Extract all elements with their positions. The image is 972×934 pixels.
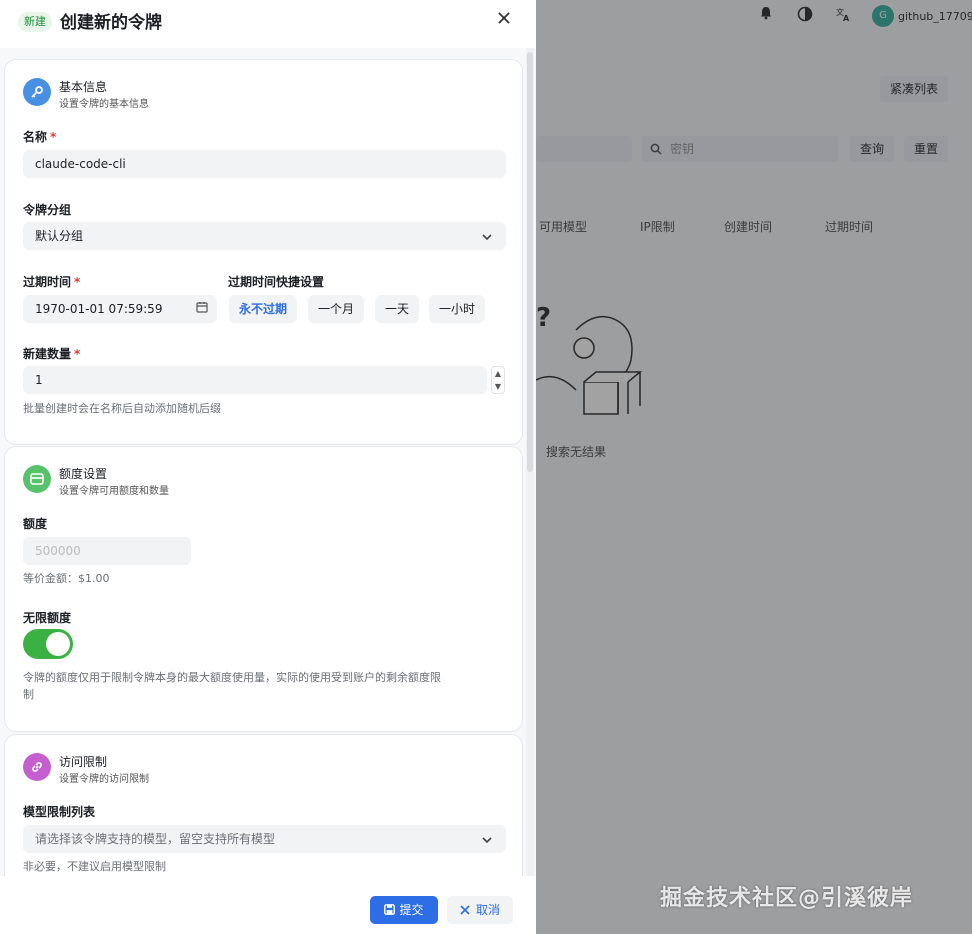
name-input[interactable]: claude-code-cli [23,150,506,178]
name-label: 名称 * [23,130,57,144]
watermark: 掘金技术社区@引溪彼岸 [660,886,914,911]
submit-button[interactable]: 提交 [370,896,438,924]
save-icon [384,904,396,915]
quota-card: 额度设置 设置令牌可用额度和数量 额度 500000 等价金额：$1.00 无限… [4,446,523,732]
drawer-footer: 提交 取消 [0,876,536,934]
quota-note: 令牌的额度仅用于限制令牌本身的最大额度使用量，实际的使用受到账户的剩余额度限 [23,671,441,684]
increment-icon[interactable]: ▲ [492,367,504,380]
chevron-down-icon [478,222,496,250]
card-subtitle: 设置令牌的基本信息 [59,99,149,110]
toggle-knob [46,632,70,656]
required-mark: * [74,347,81,361]
drawer-title: 创建新的令牌 [60,13,162,33]
expire-label: 过期时间 * [23,275,81,289]
count-stepper[interactable]: ▲ ▼ [491,366,505,394]
basic-info-card: 基本信息 设置令牌的基本信息 名称 * claude-code-cli 令牌分组 … [4,59,523,445]
quota-note-cont: 制 [23,688,34,701]
count-hint: 批量创建时会在名称后自动添加随机后缀 [23,402,221,415]
group-select[interactable]: 默认分组 [23,222,506,250]
credit-card-icon [23,465,51,493]
quick-one-month[interactable]: 一个月 [308,295,365,323]
models-select[interactable]: 请选择该令牌支持的模型，留空支持所有模型 [23,825,506,853]
calendar-icon[interactable] [193,295,211,323]
drawer-header: 新建 创建新的令牌 [0,0,536,48]
quota-equivalent: 等价金额：$1.00 [23,572,110,585]
card-subtitle: 设置令牌可用额度和数量 [59,486,169,497]
card-subtitle: 设置令牌的访问限制 [59,774,149,785]
card-title: 额度设置 [59,467,108,481]
quota-label: 额度 [23,517,48,531]
quick-one-day[interactable]: 一天 [375,295,420,323]
card-title: 访问限制 [59,755,108,769]
unlimited-label: 无限额度 [23,611,72,625]
quota-input[interactable]: 500000 [23,537,191,565]
expire-datetime-input[interactable]: 1970-01-01 07:59:59 [23,295,217,323]
card-title: 基本信息 [59,80,108,94]
close-icon [460,905,470,915]
scrollbar-thumb[interactable] [527,52,533,472]
expire-datetime-value: 1970-01-01 07:59:59 [35,302,163,316]
key-icon [23,78,51,106]
models-hint: 非必要，不建议启用模型限制 [23,860,166,873]
scrollbar[interactable] [526,48,534,876]
quick-never-expire[interactable]: 永不过期 [229,295,298,323]
models-label: 模型限制列表 [23,805,96,819]
count-input[interactable]: 1 [23,366,487,394]
drawer-body[interactable]: 基本信息 设置令牌的基本信息 名称 * claude-code-cli 令牌分组 … [0,48,536,876]
new-tag: 新建 [18,12,52,32]
access-card: 访问限制 设置令牌的访问限制 模型限制列表 请选择该令牌支持的模型，留空支持所有… [4,734,523,876]
required-mark: * [74,275,81,289]
quick-one-hour[interactable]: 一小时 [429,295,486,323]
close-icon[interactable] [494,8,514,28]
create-token-drawer: 新建 创建新的令牌 基本信息 设置令牌的基本信息 名称 * claude-code… [0,0,536,934]
count-label: 新建数量 * [23,347,81,361]
unlimited-toggle[interactable] [23,629,73,659]
chevron-down-icon [478,825,496,853]
decrement-icon[interactable]: ▼ [492,380,504,393]
models-select-placeholder: 请选择该令牌支持的模型，留空支持所有模型 [35,832,276,846]
link-icon [23,753,51,781]
cancel-button[interactable]: 取消 [447,896,513,924]
quick-expire-label: 过期时间快捷设置 [228,275,325,289]
group-label: 令牌分组 [23,203,72,217]
group-select-value: 默认分组 [35,229,84,243]
required-mark: * [50,130,57,144]
